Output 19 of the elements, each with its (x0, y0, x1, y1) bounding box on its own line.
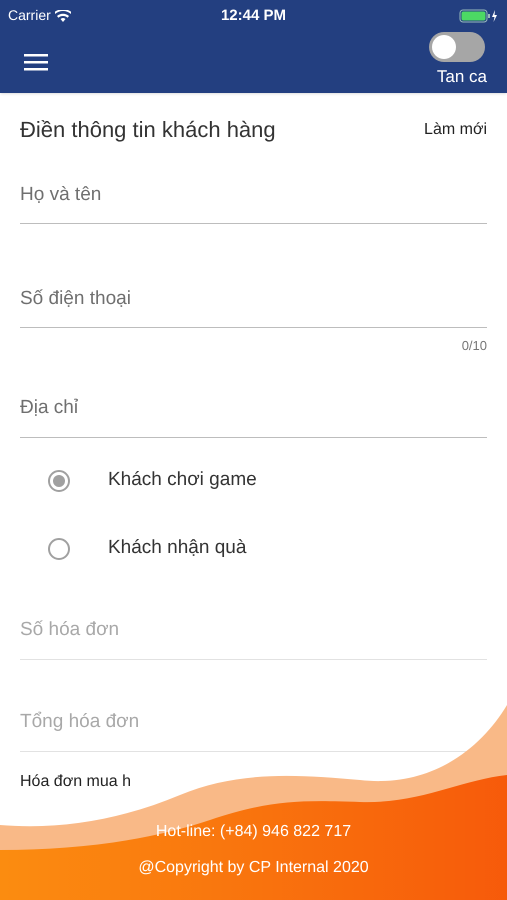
hotline-text: Hot-line: (+84) 946 822 717 (156, 822, 352, 842)
toggle-switch[interactable] (429, 32, 485, 62)
switch-label: Tan ca (436, 66, 487, 88)
radio-button[interactable] (48, 470, 70, 492)
carrier-text: Carrier (8, 6, 51, 26)
radio-label: Khách nhận quà (108, 536, 246, 560)
radio-label: Khách chơi game (108, 468, 257, 492)
copyright-text: @Copyright by CP Internal 2020 (138, 858, 369, 878)
section-label: Hóa đơn mua h (20, 772, 131, 790)
input-field[interactable]: Địa chỉ (20, 368, 487, 438)
input-field[interactable]: Họ và tên (20, 154, 487, 224)
form-title: Điền thông tin khách hàng (20, 116, 276, 144)
wifi-icon (54, 10, 71, 22)
radio-button[interactable] (48, 538, 70, 560)
character-counter: 0/10 (462, 337, 487, 355)
battery-icon (458, 8, 499, 23)
input-field[interactable]: Số điện thoại (20, 258, 487, 328)
reset-button[interactable]: Làm mới (424, 118, 487, 142)
clock-text: 12:44 PM (220, 6, 286, 26)
